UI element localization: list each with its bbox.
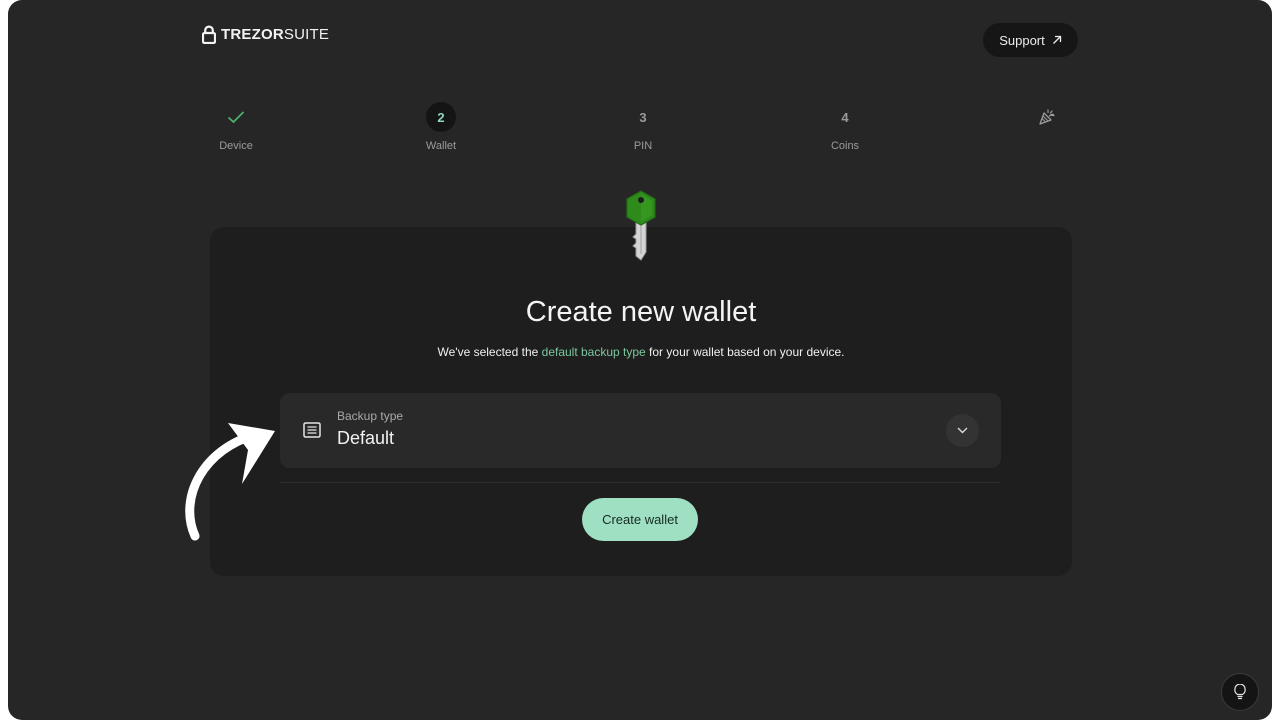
step-wallet: 2 Wallet [401,102,481,152]
step-pin-marker: 3 [639,109,647,125]
padlock-logo-icon [202,25,216,44]
curved-arrow-icon [185,423,275,541]
chevron-down-icon [957,427,968,434]
logo-brand-text: TREZOR [221,25,284,43]
step-coins-label: Coins [830,140,860,152]
subtitle-text-before: We've selected the [437,345,542,359]
backup-type-label: Backup type [337,409,404,423]
party-popper-icon [1039,109,1055,125]
step-coins: 4 Coins [805,102,885,153]
help-tips-button[interactable] [1221,673,1259,711]
external-arrow-icon [1052,35,1061,44]
step-finish-marker [1032,102,1062,132]
backup-type-toggle[interactable] [946,414,979,447]
default-backup-type-link[interactable]: default backup type [542,345,646,359]
logo-suite-text: SUITE [283,25,330,43]
support-button-label: Support [999,32,1045,48]
lightbulb-icon [1234,684,1246,700]
create-wallet-card: Create new wallet We've selected the def… [210,227,1072,576]
support-button[interactable]: Support [983,23,1078,57]
step-coins-marker: 4 [841,109,849,125]
page-subtitle: We've selected the default backup type f… [210,345,1072,359]
step-finish [1007,102,1087,132]
step-pin: 3 PIN [603,102,683,153]
step-wallet-label: Wallet [425,140,457,152]
key-icon [626,190,656,261]
app-window: TREZOR SUITE Support Device 2 Wallet 3 PI… [8,0,1272,720]
step-pin-label: PIN [633,140,653,152]
divider [280,482,1001,483]
step-device: Device [196,102,276,152]
create-wallet-button[interactable]: Create wallet [582,498,698,541]
trezor-suite-logo: TREZOR SUITE [202,24,329,44]
page-title: Create new wallet [525,296,757,328]
check-icon [227,111,245,124]
document-icon [303,422,321,438]
subtitle-text-after: for your wallet based on your device. [645,345,845,359]
step-device-label: Device [219,140,253,152]
backup-type-value: Default [337,428,395,448]
step-device-marker [221,102,251,132]
backup-type-select[interactable]: Backup type Default [280,393,1001,468]
step-wallet-marker: 2 [426,102,456,132]
